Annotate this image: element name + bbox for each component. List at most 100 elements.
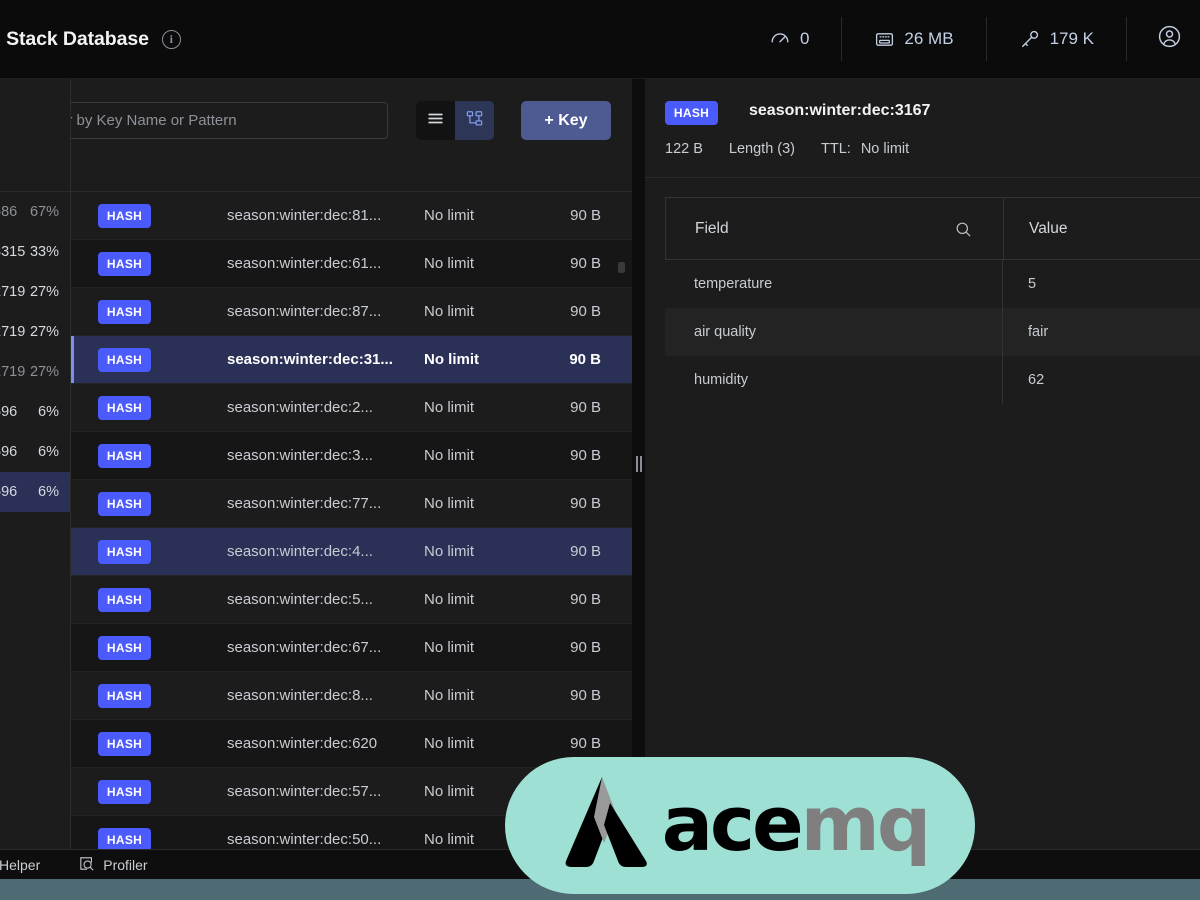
table-row[interactable]: humidity62 — [665, 356, 1200, 404]
table-row[interactable]: HASHseason:winter:dec:77...No limit90 B — [71, 480, 632, 528]
metric-memory[interactable]: 26 MB — [842, 17, 986, 61]
tree-row-percent: 27% — [30, 284, 59, 300]
key-ttl: No limit — [424, 303, 474, 320]
metric-memory-value: 26 MB — [904, 29, 953, 49]
table-row[interactable]: HASHseason:winter:dec:8...No limit90 B — [71, 672, 632, 720]
watermark-inner: ace mq — [552, 769, 928, 878]
key-ttl: No limit — [424, 399, 474, 416]
key-ttl: No limit — [424, 735, 474, 752]
table-row[interactable]: HASH season:winter:dec:2... No limit 90 B — [71, 384, 632, 432]
key-size: 90 B — [531, 399, 601, 416]
key-name: season:winter:dec:77... — [227, 495, 381, 512]
column-header-field: Field — [666, 198, 1004, 259]
value-cell: fair — [1003, 308, 1200, 356]
key-details-panel: HASH season:winter:dec:3167 122 B Length… — [645, 79, 1200, 849]
key-name: season:winter:dec:620 — [227, 735, 377, 752]
key-ttl: No limit — [424, 831, 474, 848]
tree-row[interactable]: 68667% — [0, 192, 70, 232]
search-input[interactable] — [71, 112, 369, 129]
profiler-magnifier-icon — [78, 855, 95, 875]
column-header-value: Value — [1004, 198, 1200, 259]
info-icon[interactable]: i — [162, 30, 181, 49]
database-title-group: s Stack Database i — [0, 28, 181, 51]
page-title: s Stack Database — [0, 28, 149, 51]
table-row[interactable]: HASHseason:winter:dec:5...No limit90 B — [71, 576, 632, 624]
keys-panel: + Key canned 9 999 / 179 999 keys Scan m… — [71, 79, 632, 849]
key-ttl: No limit — [424, 687, 474, 704]
value-cell: 5 — [1003, 260, 1200, 308]
app-root: s Stack Database i 0 — [0, 0, 1200, 900]
key-ttl-label: TTL: — [821, 141, 851, 157]
key-type-badge: HASH — [98, 252, 151, 276]
key-size: 90 B — [531, 351, 601, 368]
table-row[interactable]: air quality fair — [665, 308, 1200, 356]
field-value: air quality — [694, 324, 756, 340]
table-row[interactable]: HASHseason:winter:dec:4...No limit90 B — [71, 528, 632, 576]
key-size: 90 B — [531, 687, 601, 704]
key-name: season:winter:dec:2... — [227, 399, 373, 416]
tree-row[interactable]: 3315 33% — [0, 232, 70, 272]
key-type-badge: HASH — [665, 101, 718, 125]
key-type-badge: HASH — [98, 492, 151, 516]
acemq-triangle-logo-icon — [552, 769, 662, 878]
key-type-badge: HASH — [98, 780, 151, 804]
field-cell: humidity — [665, 356, 1003, 404]
key-ttl: No limit — [424, 255, 474, 272]
filter-field-wrapper[interactable] — [71, 102, 388, 139]
tree-row-percent: 33% — [30, 244, 59, 260]
table-body: temperature5 air quality fairhumidity62 — [665, 260, 1200, 404]
key-size: 122 B — [665, 141, 703, 157]
tree-row[interactable]: 2719 27% — [0, 272, 70, 312]
key-type-badge: HASH — [98, 204, 151, 228]
tree-row[interactable]: 271927% — [0, 312, 70, 352]
key-length: Length (3) — [729, 141, 795, 157]
key-name: season:winter:dec:87... — [227, 303, 381, 320]
key-name-title[interactable]: season:winter:dec:3167 — [749, 102, 930, 120]
tree-row-percent: 67% — [30, 204, 59, 220]
namespace-tree-panel: 68667%331533%271927%271927%271927%5966%5… — [0, 79, 71, 849]
splitter-grip-icon — [636, 456, 642, 472]
key-type-badge: HASH — [98, 396, 151, 420]
metric-cpu[interactable]: 0 — [737, 17, 842, 61]
key-type-badge: HASH — [98, 540, 151, 564]
watermark-text-mq: mq — [801, 786, 929, 862]
table-row[interactable]: HASHseason:winter:dec:87...No limit90 B — [71, 288, 632, 336]
tree-row[interactable]: 5966% — [0, 472, 70, 512]
metric-keys[interactable]: 179 K — [987, 17, 1127, 61]
table-row[interactable]: HASHseason:winter:dec:3...No limit90 B — [71, 432, 632, 480]
key-icon — [1019, 28, 1041, 50]
search-icon[interactable] — [954, 220, 973, 244]
memory-icon — [874, 29, 895, 50]
tree-row-count: 3315 — [0, 244, 25, 260]
tree-row[interactable]: 5966% — [0, 392, 70, 432]
key-type-badge: HASH — [98, 588, 151, 612]
helper-button[interactable]: Helper — [0, 857, 40, 873]
tree-row-percent: 27% — [30, 364, 59, 380]
tree-row[interactable]: 271927% — [0, 352, 70, 392]
key-list-scrollbar-thumb[interactable] — [618, 262, 625, 273]
table-row[interactable]: temperature5 — [665, 260, 1200, 308]
profiler-button[interactable]: Profiler — [78, 855, 147, 875]
key-ttl: No limit — [424, 351, 479, 368]
table-row[interactable]: HASHseason:winter:dec:81...No limit90 B — [71, 192, 632, 240]
table-row[interactable]: HASHseason:winter:dec:67...No limit90 B — [71, 624, 632, 672]
key-size: 90 B — [531, 543, 601, 560]
key-name: season:winter:dec:4... — [227, 543, 373, 560]
add-key-button[interactable]: + Key — [521, 101, 611, 140]
tree-row-count: 2719 — [0, 324, 25, 340]
tree-row[interactable]: 5966% — [0, 432, 70, 472]
key-name: season:winter:dec:50... — [227, 831, 381, 848]
user-menu-button[interactable] — [1127, 24, 1200, 54]
list-view-button[interactable] — [416, 101, 455, 140]
key-list[interactable]: HASHseason:winter:dec:81...No limit90 BH… — [71, 192, 632, 849]
tree-row-count: 2719 — [0, 284, 25, 300]
table-row[interactable]: HASHseason:winter:dec:31...No limit90 B — [71, 336, 632, 384]
tree-view-button[interactable] — [455, 101, 494, 140]
field-cell: air quality — [665, 308, 1003, 356]
key-ttl-value[interactable]: No limit — [861, 141, 909, 157]
view-mode-toggle[interactable] — [416, 101, 494, 140]
value-cell: 62 — [1003, 356, 1200, 404]
panel-splitter[interactable] — [632, 79, 645, 849]
key-size: 90 B — [531, 735, 601, 752]
table-row[interactable]: HASHseason:winter:dec:61...No limit90 B — [71, 240, 632, 288]
